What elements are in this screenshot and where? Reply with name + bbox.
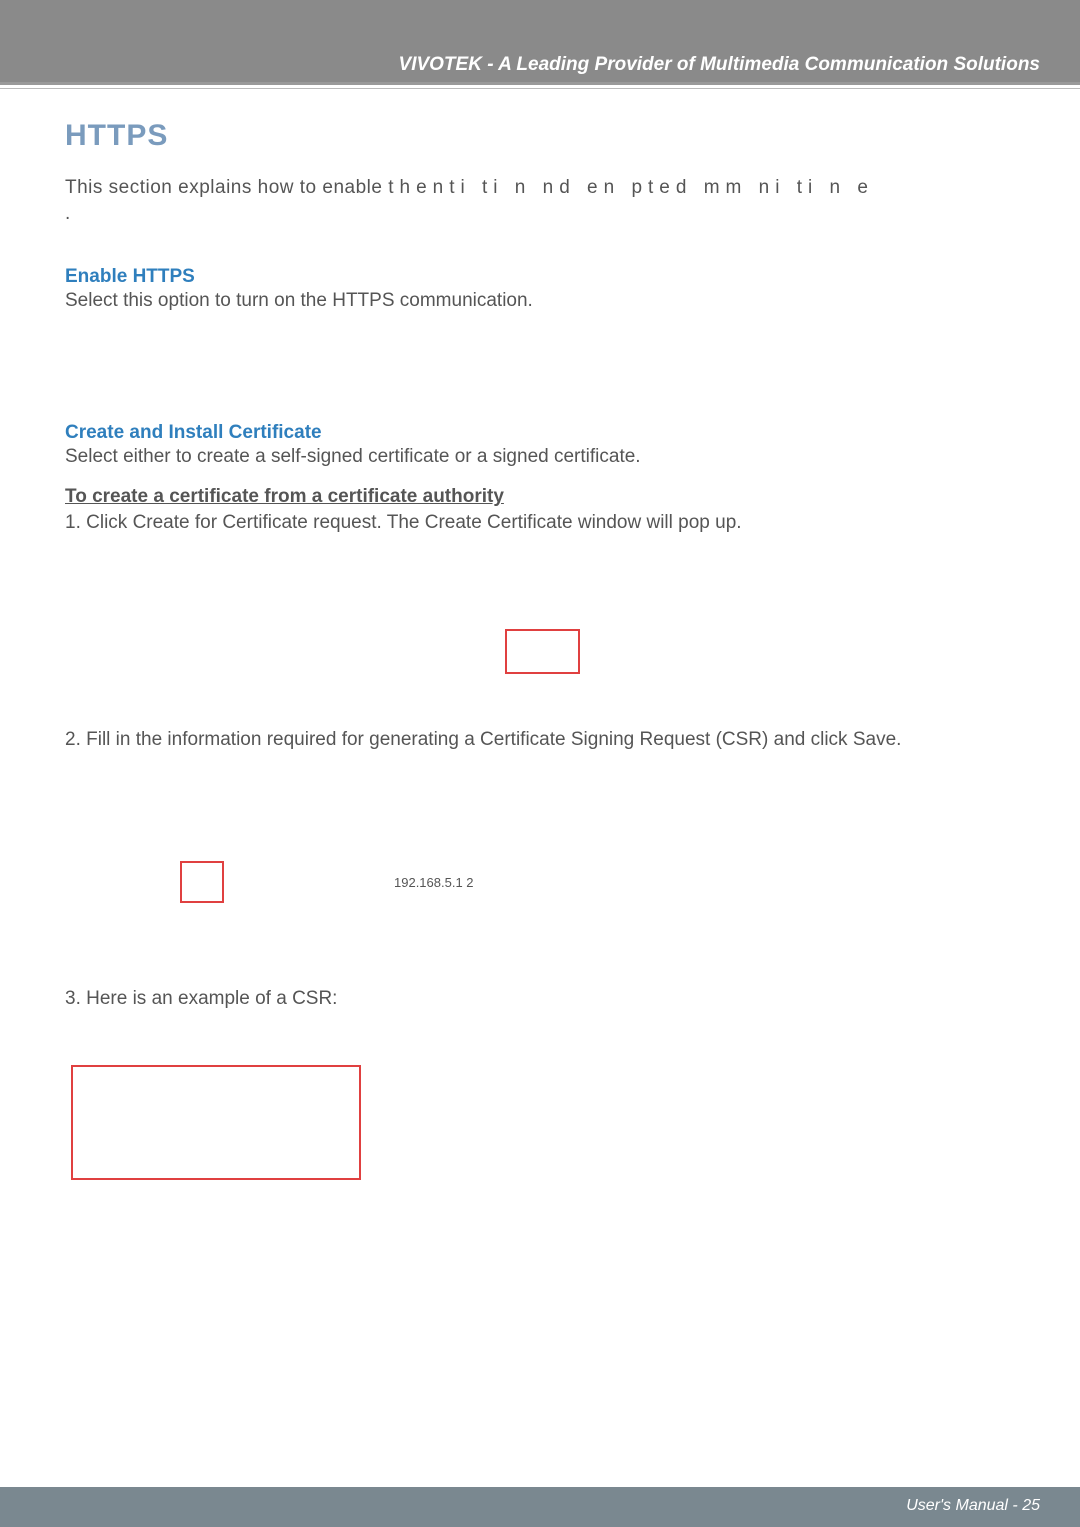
- step-1-text: 1. Click Create for Certificate request.…: [65, 512, 1020, 534]
- brand-text: VIVOTEK - A Leading Provider of Multimed…: [399, 54, 1040, 75]
- enable-https-heading: Enable HTTPS: [65, 266, 1020, 288]
- ip-address-text: 192.168.5.1 2: [394, 875, 474, 890]
- csr-form-row: 192.168.5.1 2: [65, 861, 1020, 903]
- create-install-body: Select either to create a self-signed ce…: [65, 446, 1020, 468]
- step-3-text: 3. Here is an example of a CSR:: [65, 988, 1020, 1010]
- page-title: HTTPS: [65, 119, 1020, 153]
- header-underline: [0, 83, 1080, 85]
- create-install-heading: Create and Install Certificate: [65, 422, 1020, 444]
- intro-paragraph: This section explains how to enable then…: [65, 175, 1020, 226]
- cert-authority-heading: To create a certificate from a certifica…: [65, 486, 1020, 508]
- footer-bar: User's Manual - 25: [0, 1487, 1080, 1527]
- page-number: 25: [1022, 1497, 1040, 1514]
- footer-label: User's Manual -: [906, 1497, 1022, 1514]
- header-brand-line: VIVOTEK - A Leading Provider of Multimed…: [0, 46, 1080, 83]
- csr-example-highlight-box: [71, 1065, 361, 1180]
- content-area: HTTPS This section explains how to enabl…: [0, 89, 1080, 1180]
- save-button-highlight-box: [180, 861, 224, 903]
- enable-https-body: Select this option to turn on the HTTPS …: [65, 290, 1020, 312]
- step-2-text: 2. Fill in the information required for …: [65, 729, 1020, 751]
- intro-prefix: This section explains how to enable: [65, 177, 382, 198]
- intro-spaced: thenti ti n nd en pted mm ni ti n e: [388, 177, 874, 198]
- intro-suffix: .: [65, 203, 71, 224]
- create-button-highlight-box: [505, 629, 580, 674]
